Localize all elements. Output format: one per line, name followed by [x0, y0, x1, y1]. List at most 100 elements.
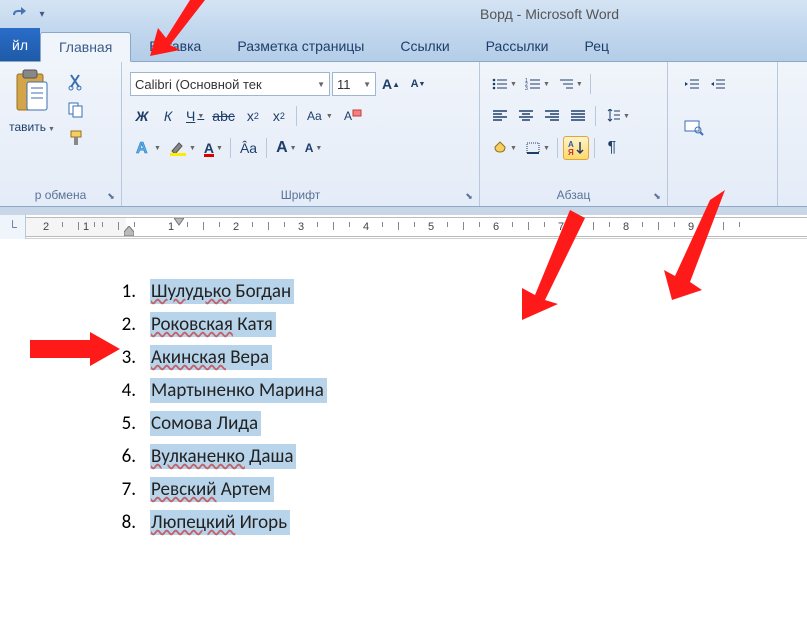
list-text[interactable]: Роковская Катя	[150, 312, 276, 337]
font-color-button[interactable]: A▼	[200, 136, 225, 160]
svg-text:Я: Я	[568, 148, 574, 157]
ruler-track[interactable]: 21123456789	[26, 217, 807, 237]
tab-page-layout[interactable]: Разметка страницы	[219, 31, 382, 61]
qat-dropdown-icon[interactable]: ▾	[32, 4, 52, 24]
font-size-combo[interactable]: 11 ▼	[332, 72, 376, 96]
list-item[interactable]: 7.Ревский Артем	[110, 477, 807, 502]
find-button[interactable]	[680, 115, 708, 139]
strikethrough-button[interactable]: abc	[208, 104, 239, 128]
bullet-list-button[interactable]: ▼	[488, 72, 519, 96]
first-line-indent-marker[interactable]	[174, 218, 184, 226]
clipboard-launcher[interactable]: ⬊	[104, 189, 118, 203]
clipboard-mini-buttons	[62, 68, 90, 168]
group-paragraph: ▼ 123▼ ▼	[480, 62, 668, 206]
list-number: 6.	[110, 445, 150, 468]
align-center-button[interactable]	[514, 104, 538, 128]
chevron-down-icon: ▼	[48, 126, 55, 133]
format-painter-button[interactable]	[62, 124, 90, 152]
bold-button[interactable]: Ж	[130, 104, 154, 128]
list-item[interactable]: 6.Вулканенко Даша	[110, 444, 807, 469]
group-label-font: Шрифт	[130, 184, 471, 204]
svg-text:Aa: Aa	[307, 109, 322, 123]
ruler-number: 1	[83, 221, 89, 233]
window-title: Ворд - Microsoft Word	[480, 6, 619, 22]
list-text[interactable]: Вулканенко Даша	[150, 444, 296, 469]
list-number: 3.	[110, 346, 150, 369]
tab-mailings[interactable]: Рассылки	[468, 31, 567, 61]
tab-review[interactable]: Рец	[567, 31, 628, 61]
grow-font-button[interactable]: A▲	[378, 72, 404, 96]
list-item[interactable]: 5.Сомова Лида	[110, 411, 807, 436]
paragraph-launcher[interactable]: ⬊	[650, 189, 664, 203]
highlight-button[interactable]: ▼	[165, 136, 198, 160]
list-text[interactable]: Люпецкий Игорь	[150, 510, 290, 535]
group-font: Calibri (Основной тек ▼ 11 ▼ A▲ A▼ Ж К Ч…	[122, 62, 480, 206]
paste-button[interactable]: тавить▼	[8, 68, 56, 168]
list-item[interactable]: 4.Мартыненко Марина	[110, 378, 807, 403]
ruler-number: 5	[428, 221, 434, 233]
tab-selector[interactable]: └	[0, 215, 26, 239]
shrink-font-button[interactable]: A▼	[406, 72, 430, 96]
copy-button[interactable]	[62, 96, 90, 124]
subscript-button[interactable]: x2	[241, 104, 265, 128]
svg-text:A: A	[136, 140, 148, 157]
group-label-clipboard: р обмена	[8, 184, 113, 204]
list-number: 1.	[110, 280, 150, 303]
ruler-number: 9	[688, 221, 694, 233]
cut-button[interactable]	[62, 68, 90, 96]
list-text[interactable]: Сомова Лида	[150, 411, 261, 436]
list-text[interactable]: Шулудько Богдан	[150, 279, 294, 304]
font-button-small[interactable]: A▼	[301, 136, 325, 160]
qat-redo-icon[interactable]	[8, 4, 28, 24]
ruler-number: 8	[623, 221, 629, 233]
ruler-number: 2	[43, 221, 49, 233]
align-left-button[interactable]	[488, 104, 512, 128]
list-text[interactable]: Акинская Вера	[150, 345, 272, 370]
ruler-number: 4	[363, 221, 369, 233]
font-launcher[interactable]: ⬊	[462, 189, 476, 203]
increase-indent-button[interactable]	[706, 72, 730, 96]
list-text[interactable]: Ревский Артем	[150, 477, 274, 502]
list-item[interactable]: 2.Роковская Катя	[110, 312, 807, 337]
paste-icon	[11, 68, 53, 116]
multilevel-list-button[interactable]: ▼	[554, 72, 585, 96]
list-item[interactable]: 8.Люпецкий Игорь	[110, 510, 807, 535]
numbered-list: 1.Шулудько Богдан2.Роковская Катя3.Акинс…	[110, 279, 807, 535]
clear-formatting-button[interactable]: A	[339, 104, 367, 128]
list-number: 5.	[110, 412, 150, 435]
tab-insert[interactable]: Вставка	[131, 31, 219, 61]
tab-references[interactable]: Ссылки	[382, 31, 467, 61]
change-case-button[interactable]: Aa▼	[302, 104, 337, 128]
sort-button[interactable]: АЯ	[563, 136, 589, 160]
text-effects-button[interactable]: A▼	[130, 136, 163, 160]
group-label-paragraph: Абзац	[488, 184, 659, 204]
numbered-list-button[interactable]: 123▼	[521, 72, 552, 96]
list-number: 2.	[110, 313, 150, 336]
shading-button[interactable]: ▼	[488, 136, 519, 160]
character-scaling-button[interactable]: Âa	[236, 136, 261, 160]
font-name-combo[interactable]: Calibri (Основной тек ▼	[130, 72, 330, 96]
document-area[interactable]: 1.Шулудько Богдан2.Роковская Катя3.Акинс…	[0, 239, 807, 535]
italic-button[interactable]: К	[156, 104, 180, 128]
line-spacing-button[interactable]: ▼	[601, 104, 632, 128]
list-item[interactable]: 1.Шулудько Богдан	[110, 279, 807, 304]
svg-text:3: 3	[525, 86, 528, 91]
tab-file[interactable]: йл	[0, 28, 40, 61]
ruler-number: 6	[493, 221, 499, 233]
tab-home[interactable]: Главная	[40, 32, 131, 62]
underline-button[interactable]: Ч▼	[182, 104, 206, 128]
show-hide-marks-button[interactable]: ¶	[600, 136, 624, 160]
list-item[interactable]: 3.Акинская Вера	[110, 345, 807, 370]
hanging-indent-marker[interactable]	[124, 226, 134, 236]
decrease-indent-button[interactable]	[680, 72, 704, 96]
horizontal-ruler[interactable]: └ 21123456789	[0, 215, 807, 239]
list-text[interactable]: Мартыненко Марина	[150, 378, 327, 403]
list-number: 8.	[110, 511, 150, 534]
align-right-button[interactable]	[540, 104, 564, 128]
font-button-large[interactable]: A▼	[272, 136, 299, 160]
borders-button[interactable]: ▼	[521, 136, 552, 160]
superscript-button[interactable]: x2	[267, 104, 291, 128]
ruler-number: 7	[558, 221, 564, 233]
justify-button[interactable]	[566, 104, 590, 128]
separator	[594, 138, 595, 158]
